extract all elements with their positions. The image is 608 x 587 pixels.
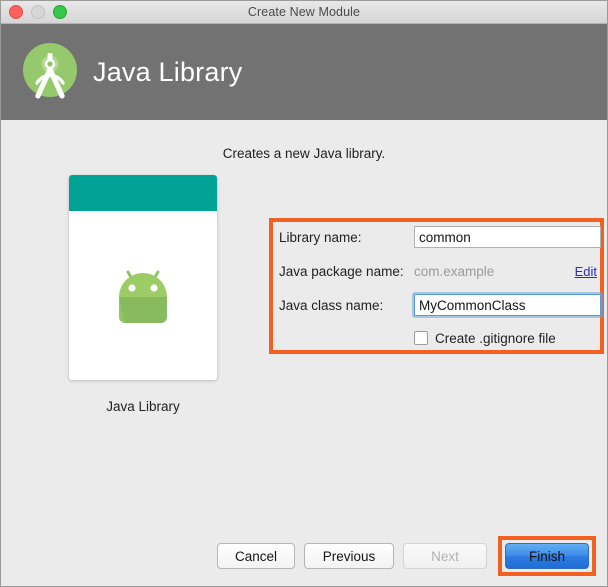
create-gitignore-label: Create .gitignore file bbox=[435, 330, 556, 346]
java-class-name-row: Java class name: bbox=[279, 292, 601, 318]
java-package-name-value: com.example bbox=[414, 263, 495, 279]
library-name-input[interactable] bbox=[414, 226, 601, 248]
preview-card[interactable] bbox=[69, 175, 217, 380]
java-class-name-label: Java class name: bbox=[279, 297, 384, 313]
cancel-button[interactable]: Cancel bbox=[217, 543, 295, 569]
finish-button[interactable]: Finish bbox=[505, 543, 589, 569]
next-button: Next bbox=[403, 543, 487, 569]
titlebar: Create New Module bbox=[1, 1, 607, 24]
module-preview: Java Library bbox=[69, 175, 217, 414]
previous-button[interactable]: Previous bbox=[304, 543, 394, 569]
library-name-label: Library name: bbox=[279, 229, 362, 245]
dialog-header: Java Library bbox=[1, 24, 607, 120]
edit-package-link[interactable]: Edit bbox=[575, 264, 597, 279]
java-package-name-label: Java package name: bbox=[279, 263, 404, 279]
preview-caption: Java Library bbox=[106, 399, 180, 414]
java-class-name-input[interactable] bbox=[414, 294, 601, 316]
create-gitignore-checkbox[interactable] bbox=[414, 331, 428, 345]
window-controls bbox=[9, 1, 67, 23]
dialog-body: Creates a new Java library. Java Library… bbox=[1, 120, 607, 586]
create-gitignore-row[interactable]: Create .gitignore file bbox=[279, 326, 597, 350]
close-window-icon[interactable] bbox=[9, 5, 23, 19]
create-new-module-dialog: Create New Module Java Library Creates a… bbox=[0, 0, 608, 587]
minimize-window-icon[interactable] bbox=[31, 5, 45, 19]
preview-card-header bbox=[69, 175, 217, 211]
preview-card-art bbox=[69, 211, 217, 380]
window-title: Create New Module bbox=[247, 5, 361, 19]
zoom-window-icon[interactable] bbox=[53, 5, 67, 19]
library-name-row: Library name: bbox=[279, 224, 601, 250]
dialog-subtitle: Creates a new Java library. bbox=[222, 146, 386, 161]
dialog-footer: Cancel Previous Next Finish bbox=[1, 531, 607, 586]
java-package-name-row: Java package name: com.example Edit bbox=[279, 258, 597, 284]
android-robot-icon bbox=[119, 270, 167, 323]
header-title: Java Library bbox=[93, 56, 243, 87]
android-studio-logo-icon bbox=[23, 43, 77, 99]
module-form: Library name: Java package name: com.exa… bbox=[279, 224, 601, 350]
